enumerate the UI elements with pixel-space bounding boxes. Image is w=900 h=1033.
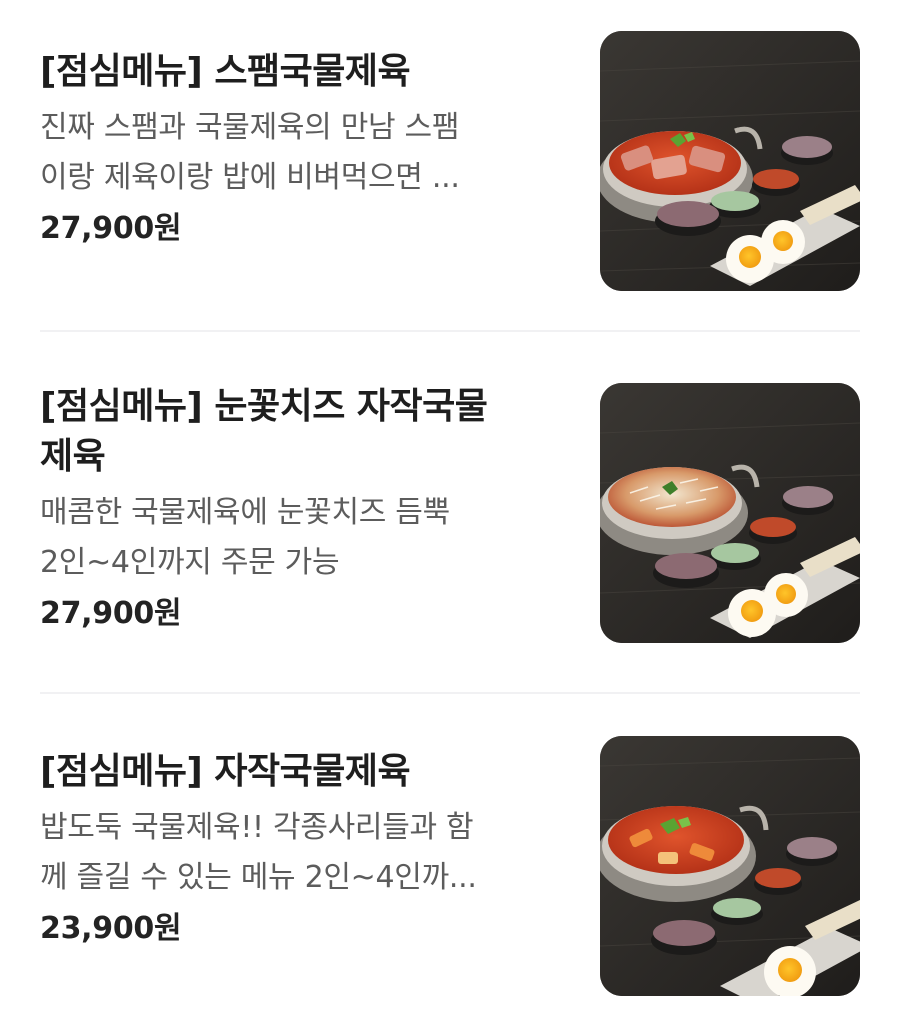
menu-item[interactable]: [점심메뉴] 스팸국물제육 진짜 스팸과 국물제육의 만남 스팸 이랑 제육이랑… [0, 0, 900, 330]
menu-item-title: [점심메뉴] 눈꽃치즈 자작국물 제육 [40, 382, 560, 482]
menu-item[interactable]: [점심메뉴] 눈꽃치즈 자작국물 제육 매콤한 국물제육에 눈꽃치즈 듬뿍 2인… [0, 332, 900, 692]
menu-item-title-line: [점심메뉴] 스팸국물제육 [40, 51, 411, 92]
menu-item-description-line: 2인~4인까지 주문 가능 [40, 545, 340, 580]
menu-item[interactable]: [점심메뉴] 자작국물제육 밥도둑 국물제육!! 각종사리들과 함 께 즐길 수… [0, 694, 900, 1033]
menu-item-description-line: 매콤한 국물제육에 눈꽃치즈 듬뿍 [40, 495, 450, 530]
menu-item-description: 매콤한 국물제육에 눈꽃치즈 듬뿍 2인~4인까지 주문 가능 [40, 488, 560, 588]
menu-item-title: [점심메뉴] 자작국물제육 [40, 747, 560, 797]
menu-item-description: 밥도둑 국물제육!! 각종사리들과 함 께 즐길 수 있는 메뉴 2인~4인까.… [40, 803, 560, 903]
menu-item-price: 27,900원 [40, 596, 182, 631]
menu-item-text: [점심메뉴] 눈꽃치즈 자작국물 제육 매콤한 국물제육에 눈꽃치즈 듬뿍 2인… [40, 382, 560, 636]
menu-item-text: [점심메뉴] 자작국물제육 밥도둑 국물제육!! 각종사리들과 함 께 즐길 수… [40, 747, 560, 951]
food-photo-icon [600, 736, 860, 996]
cheese-stew-photo-icon[interactable] [600, 383, 860, 643]
menu-item-title: [점심메뉴] 스팸국물제육 [40, 47, 560, 97]
spam-stew-photo-icon[interactable] [600, 31, 860, 291]
pork-stew-photo-icon[interactable] [600, 736, 860, 996]
menu-item-price: 23,900원 [40, 911, 182, 946]
menu-item-description-line: 이랑 제육이랑 밥에 비벼먹으면 ... [40, 160, 460, 195]
menu-item-description-line: 밥도둑 국물제육!! 각종사리들과 함 [40, 810, 474, 845]
food-photo-icon [600, 383, 860, 643]
menu-item-title-line: [점심메뉴] 자작국물제육 [40, 751, 411, 792]
food-photo-icon [600, 31, 860, 291]
menu-item-price: 27,900원 [40, 211, 182, 246]
menu-item-description-line: 께 즐길 수 있는 메뉴 2인~4인까... [40, 860, 477, 895]
menu-item-title-line: [점심메뉴] 눈꽃치즈 자작국물 [40, 386, 488, 427]
menu-item-description: 진짜 스팸과 국물제육의 만남 스팸 이랑 제육이랑 밥에 비벼먹으면 ... [40, 103, 560, 203]
menu-item-description-line: 진짜 스팸과 국물제육의 만남 스팸 [40, 110, 460, 145]
menu-item-title-line: 제육 [40, 436, 106, 477]
menu-item-text: [점심메뉴] 스팸국물제육 진짜 스팸과 국물제육의 만남 스팸 이랑 제육이랑… [40, 47, 560, 251]
menu-list: [점심메뉴] 스팸국물제육 진짜 스팸과 국물제육의 만남 스팸 이랑 제육이랑… [0, 0, 900, 1033]
